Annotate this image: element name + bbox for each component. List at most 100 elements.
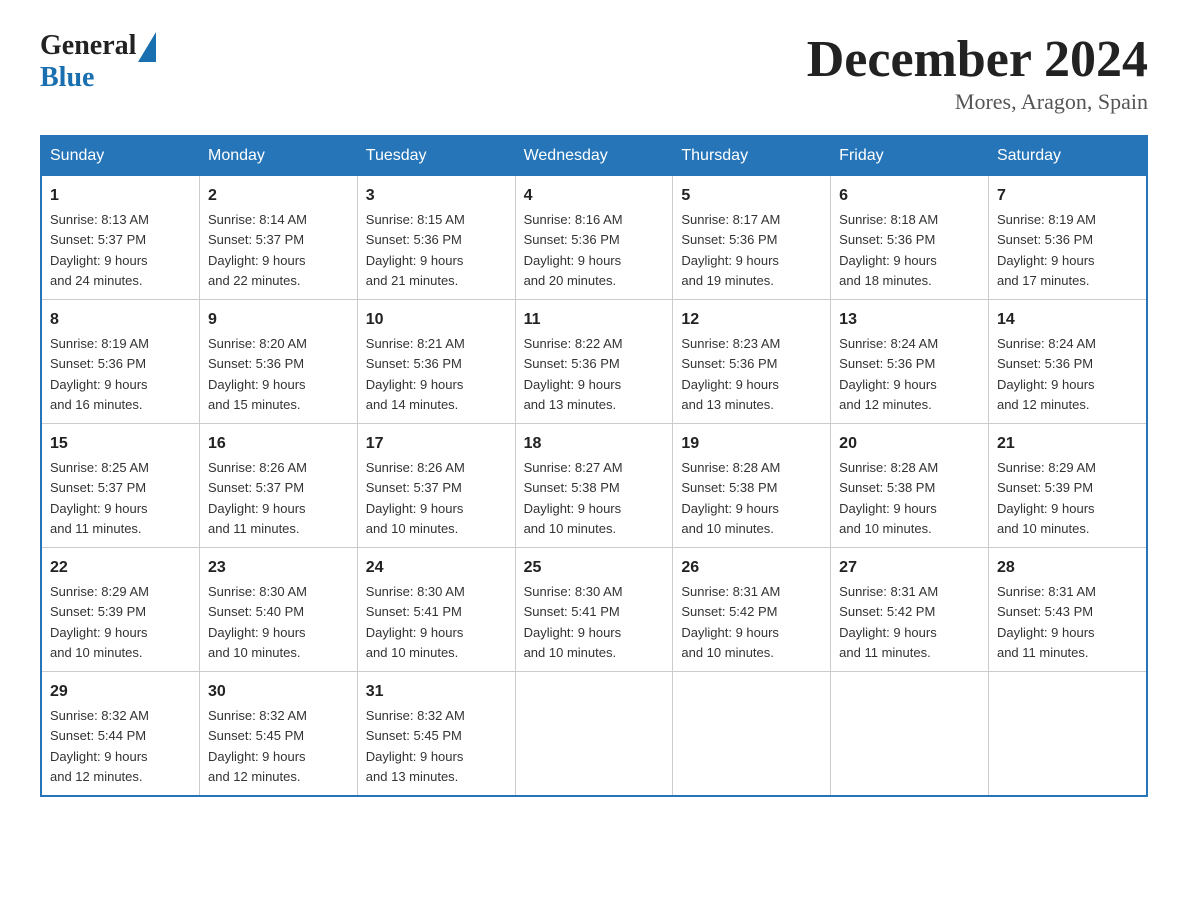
day-number: 11 xyxy=(524,308,665,332)
day-number: 3 xyxy=(366,184,507,208)
week-row-3: 15 Sunrise: 8:25 AMSunset: 5:37 PMDaylig… xyxy=(41,424,1147,548)
calendar-cell xyxy=(988,672,1147,797)
calendar-body: 1 Sunrise: 8:13 AMSunset: 5:37 PMDayligh… xyxy=(41,176,1147,797)
day-info: Sunrise: 8:28 AMSunset: 5:38 PMDaylight:… xyxy=(681,460,780,536)
calendar-cell: 11 Sunrise: 8:22 AMSunset: 5:36 PMDaylig… xyxy=(515,300,673,424)
day-info: Sunrise: 8:25 AMSunset: 5:37 PMDaylight:… xyxy=(50,460,149,536)
week-row-5: 29 Sunrise: 8:32 AMSunset: 5:44 PMDaylig… xyxy=(41,672,1147,797)
calendar-cell: 16 Sunrise: 8:26 AMSunset: 5:37 PMDaylig… xyxy=(199,424,357,548)
day-number: 23 xyxy=(208,556,349,580)
day-number: 20 xyxy=(839,432,980,456)
calendar-cell: 12 Sunrise: 8:23 AMSunset: 5:36 PMDaylig… xyxy=(673,300,831,424)
day-number: 30 xyxy=(208,680,349,704)
day-number: 9 xyxy=(208,308,349,332)
day-number: 25 xyxy=(524,556,665,580)
calendar-cell: 22 Sunrise: 8:29 AMSunset: 5:39 PMDaylig… xyxy=(41,548,199,672)
day-info: Sunrise: 8:24 AMSunset: 5:36 PMDaylight:… xyxy=(839,336,938,412)
day-number: 17 xyxy=(366,432,507,456)
day-header-friday: Friday xyxy=(831,136,989,176)
day-info: Sunrise: 8:23 AMSunset: 5:36 PMDaylight:… xyxy=(681,336,780,412)
day-info: Sunrise: 8:19 AMSunset: 5:36 PMDaylight:… xyxy=(997,212,1096,288)
day-info: Sunrise: 8:20 AMSunset: 5:36 PMDaylight:… xyxy=(208,336,307,412)
calendar-cell: 28 Sunrise: 8:31 AMSunset: 5:43 PMDaylig… xyxy=(988,548,1147,672)
day-number: 10 xyxy=(366,308,507,332)
day-number: 14 xyxy=(997,308,1138,332)
day-info: Sunrise: 8:18 AMSunset: 5:36 PMDaylight:… xyxy=(839,212,938,288)
day-number: 4 xyxy=(524,184,665,208)
day-header-tuesday: Tuesday xyxy=(357,136,515,176)
day-info: Sunrise: 8:16 AMSunset: 5:36 PMDaylight:… xyxy=(524,212,623,288)
calendar-cell: 26 Sunrise: 8:31 AMSunset: 5:42 PMDaylig… xyxy=(673,548,831,672)
day-info: Sunrise: 8:29 AMSunset: 5:39 PMDaylight:… xyxy=(997,460,1096,536)
calendar-cell: 1 Sunrise: 8:13 AMSunset: 5:37 PMDayligh… xyxy=(41,176,199,300)
calendar-cell: 7 Sunrise: 8:19 AMSunset: 5:36 PMDayligh… xyxy=(988,176,1147,300)
calendar-cell: 31 Sunrise: 8:32 AMSunset: 5:45 PMDaylig… xyxy=(357,672,515,797)
calendar-cell xyxy=(831,672,989,797)
day-header-sunday: Sunday xyxy=(41,136,199,176)
calendar-header: SundayMondayTuesdayWednesdayThursdayFrid… xyxy=(41,136,1147,176)
calendar-cell xyxy=(515,672,673,797)
day-number: 29 xyxy=(50,680,191,704)
calendar-cell: 13 Sunrise: 8:24 AMSunset: 5:36 PMDaylig… xyxy=(831,300,989,424)
calendar-table: SundayMondayTuesdayWednesdayThursdayFrid… xyxy=(40,135,1148,797)
day-info: Sunrise: 8:30 AMSunset: 5:41 PMDaylight:… xyxy=(524,584,623,660)
header-row: SundayMondayTuesdayWednesdayThursdayFrid… xyxy=(41,136,1147,176)
day-number: 31 xyxy=(366,680,507,704)
week-row-4: 22 Sunrise: 8:29 AMSunset: 5:39 PMDaylig… xyxy=(41,548,1147,672)
calendar-cell: 17 Sunrise: 8:26 AMSunset: 5:37 PMDaylig… xyxy=(357,424,515,548)
calendar-cell: 19 Sunrise: 8:28 AMSunset: 5:38 PMDaylig… xyxy=(673,424,831,548)
calendar-cell: 21 Sunrise: 8:29 AMSunset: 5:39 PMDaylig… xyxy=(988,424,1147,548)
day-info: Sunrise: 8:15 AMSunset: 5:36 PMDaylight:… xyxy=(366,212,465,288)
page-header: General Blue December 2024 Mores, Aragon… xyxy=(40,30,1148,115)
day-info: Sunrise: 8:31 AMSunset: 5:43 PMDaylight:… xyxy=(997,584,1096,660)
day-number: 27 xyxy=(839,556,980,580)
calendar-cell: 23 Sunrise: 8:30 AMSunset: 5:40 PMDaylig… xyxy=(199,548,357,672)
day-number: 21 xyxy=(997,432,1138,456)
calendar-cell: 29 Sunrise: 8:32 AMSunset: 5:44 PMDaylig… xyxy=(41,672,199,797)
day-number: 28 xyxy=(997,556,1138,580)
calendar-cell: 8 Sunrise: 8:19 AMSunset: 5:36 PMDayligh… xyxy=(41,300,199,424)
day-number: 6 xyxy=(839,184,980,208)
day-info: Sunrise: 8:24 AMSunset: 5:36 PMDaylight:… xyxy=(997,336,1096,412)
day-number: 18 xyxy=(524,432,665,456)
day-info: Sunrise: 8:27 AMSunset: 5:38 PMDaylight:… xyxy=(524,460,623,536)
calendar-cell: 6 Sunrise: 8:18 AMSunset: 5:36 PMDayligh… xyxy=(831,176,989,300)
day-info: Sunrise: 8:26 AMSunset: 5:37 PMDaylight:… xyxy=(208,460,307,536)
day-number: 12 xyxy=(681,308,822,332)
week-row-2: 8 Sunrise: 8:19 AMSunset: 5:36 PMDayligh… xyxy=(41,300,1147,424)
day-info: Sunrise: 8:32 AMSunset: 5:45 PMDaylight:… xyxy=(366,708,465,784)
calendar-cell: 10 Sunrise: 8:21 AMSunset: 5:36 PMDaylig… xyxy=(357,300,515,424)
day-header-wednesday: Wednesday xyxy=(515,136,673,176)
day-info: Sunrise: 8:14 AMSunset: 5:37 PMDaylight:… xyxy=(208,212,307,288)
day-info: Sunrise: 8:31 AMSunset: 5:42 PMDaylight:… xyxy=(681,584,780,660)
calendar-title: December 2024 xyxy=(807,30,1148,89)
calendar-cell: 30 Sunrise: 8:32 AMSunset: 5:45 PMDaylig… xyxy=(199,672,357,797)
day-info: Sunrise: 8:30 AMSunset: 5:40 PMDaylight:… xyxy=(208,584,307,660)
logo: General Blue xyxy=(40,30,156,94)
title-block: December 2024 Mores, Aragon, Spain xyxy=(807,30,1148,115)
day-info: Sunrise: 8:17 AMSunset: 5:36 PMDaylight:… xyxy=(681,212,780,288)
day-info: Sunrise: 8:19 AMSunset: 5:36 PMDaylight:… xyxy=(50,336,149,412)
calendar-cell: 18 Sunrise: 8:27 AMSunset: 5:38 PMDaylig… xyxy=(515,424,673,548)
logo-triangle-icon xyxy=(138,32,156,62)
calendar-cell: 14 Sunrise: 8:24 AMSunset: 5:36 PMDaylig… xyxy=(988,300,1147,424)
logo-blue-text: Blue xyxy=(40,62,94,93)
day-number: 22 xyxy=(50,556,191,580)
day-info: Sunrise: 8:13 AMSunset: 5:37 PMDaylight:… xyxy=(50,212,149,288)
day-header-saturday: Saturday xyxy=(988,136,1147,176)
day-info: Sunrise: 8:21 AMSunset: 5:36 PMDaylight:… xyxy=(366,336,465,412)
day-info: Sunrise: 8:32 AMSunset: 5:45 PMDaylight:… xyxy=(208,708,307,784)
calendar-cell xyxy=(673,672,831,797)
calendar-cell: 15 Sunrise: 8:25 AMSunset: 5:37 PMDaylig… xyxy=(41,424,199,548)
day-number: 7 xyxy=(997,184,1138,208)
day-number: 15 xyxy=(50,432,191,456)
day-info: Sunrise: 8:31 AMSunset: 5:42 PMDaylight:… xyxy=(839,584,938,660)
calendar-cell: 24 Sunrise: 8:30 AMSunset: 5:41 PMDaylig… xyxy=(357,548,515,672)
day-info: Sunrise: 8:28 AMSunset: 5:38 PMDaylight:… xyxy=(839,460,938,536)
day-info: Sunrise: 8:22 AMSunset: 5:36 PMDaylight:… xyxy=(524,336,623,412)
day-number: 8 xyxy=(50,308,191,332)
day-number: 26 xyxy=(681,556,822,580)
day-number: 2 xyxy=(208,184,349,208)
day-info: Sunrise: 8:26 AMSunset: 5:37 PMDaylight:… xyxy=(366,460,465,536)
day-number: 16 xyxy=(208,432,349,456)
